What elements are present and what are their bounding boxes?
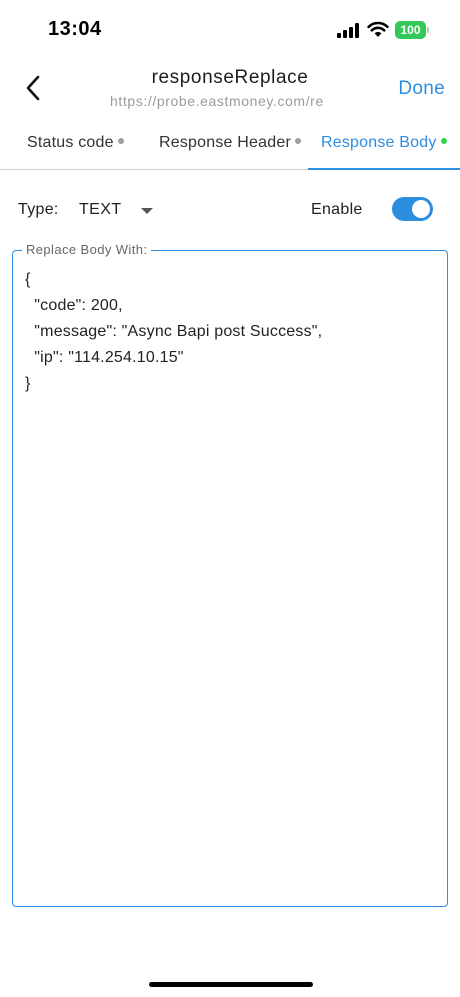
- tab-response-body[interactable]: Response Body: [321, 134, 447, 152]
- tab-label: Status code: [27, 134, 114, 151]
- caret-down-icon: [141, 208, 153, 214]
- replace-body-legend: Replace Body With:: [22, 242, 152, 257]
- status-time: 13:04: [48, 18, 102, 40]
- type-label: Type:: [18, 201, 59, 218]
- type-dropdown[interactable]: TEXT: [78, 194, 158, 226]
- battery-icon: 100: [395, 21, 429, 39]
- tab-label: Response Body: [321, 134, 437, 151]
- page-title: responseReplace: [151, 67, 309, 88]
- type-selected-value: TEXT: [79, 201, 122, 218]
- replace-body-field: Replace Body With:: [12, 242, 448, 907]
- replace-body-input[interactable]: [25, 267, 435, 892]
- toggle-knob: [412, 200, 430, 218]
- wifi-icon: [367, 20, 389, 38]
- page-subtitle-url: https://probe.eastmoney.com/re: [110, 93, 324, 109]
- tab-label: Response Header: [159, 134, 291, 151]
- tab-status-dot: [440, 137, 447, 144]
- enable-toggle[interactable]: [392, 197, 433, 221]
- nav-header: responseReplace https://probe.eastmoney.…: [0, 60, 460, 120]
- tab-status-dot: [117, 137, 124, 144]
- home-indicator[interactable]: [149, 982, 313, 987]
- active-tab-indicator: [308, 168, 460, 170]
- battery-body: 100: [395, 21, 426, 39]
- tab-status-dot: [294, 137, 301, 144]
- signal-icon: [337, 22, 361, 38]
- battery-cap: [427, 27, 429, 33]
- type-row: Type: TEXT Enable: [0, 190, 460, 230]
- done-button[interactable]: Done: [398, 78, 445, 100]
- battery-level: 100: [400, 23, 421, 37]
- tab-status-code[interactable]: Status code: [27, 134, 124, 152]
- status-bar: 13:04 100: [0, 0, 460, 60]
- tab-bar: Status code Response Header Response Bod…: [0, 124, 460, 170]
- enable-label: Enable: [311, 201, 363, 218]
- tab-response-header[interactable]: Response Header: [159, 134, 301, 152]
